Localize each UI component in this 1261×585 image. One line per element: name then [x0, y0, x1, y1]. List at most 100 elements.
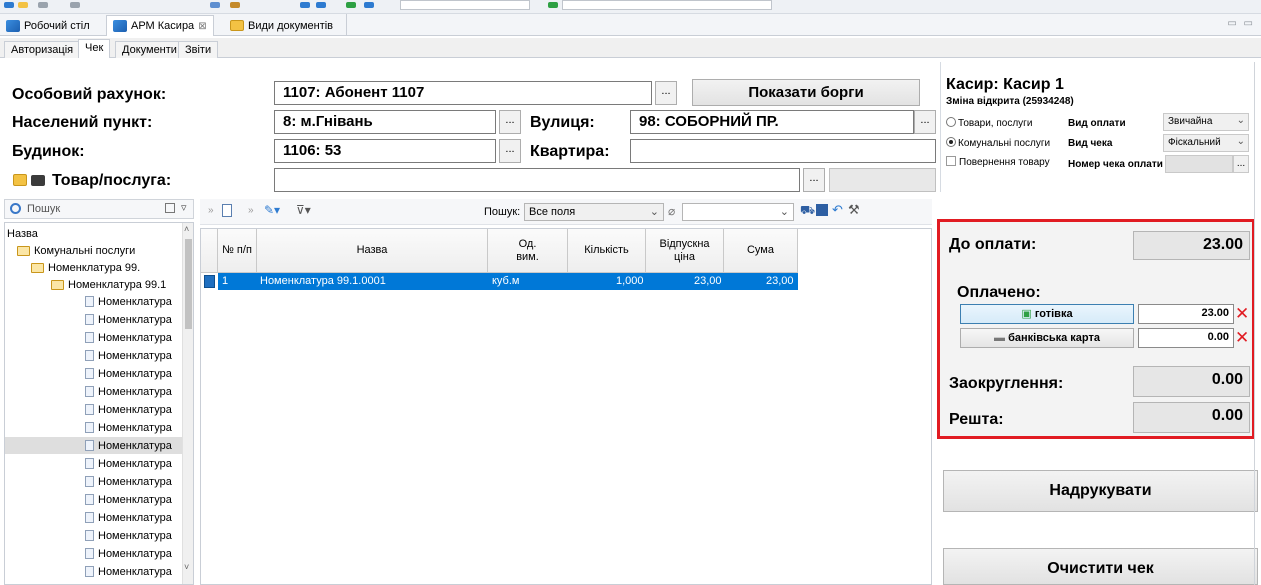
toolbar-icon[interactable] — [300, 2, 310, 8]
cell-quantity: 1,000 — [616, 275, 644, 287]
clear-check-button[interactable]: Очистити чек — [943, 548, 1258, 585]
overflow-icon[interactable]: » — [248, 205, 254, 216]
tree-item-label: Номенклатура — [98, 403, 172, 416]
tree-item[interactable]: Номенклатура — [85, 509, 172, 526]
card-amount-field[interactable]: 0.00 — [1138, 328, 1234, 348]
payment-type-select[interactable]: Звичайна ⌄ — [1163, 113, 1249, 131]
radio-utility[interactable]: Комунальні послуги — [946, 137, 1050, 149]
toolbar-icon[interactable] — [364, 2, 374, 8]
toolbar-icon[interactable] — [316, 2, 326, 8]
building-ellipsis-button[interactable]: ... — [499, 139, 521, 163]
check-number-ellipsis-button[interactable]: ... — [1233, 155, 1249, 173]
search-scope-select[interactable]: Все поля ⌄ — [524, 203, 664, 221]
wand-icon[interactable]: ✎▾ — [264, 203, 280, 217]
toolbar-icon[interactable] — [230, 2, 240, 8]
tree-item[interactable]: Номенклатура — [85, 311, 172, 328]
tree-item[interactable]: Номенклатура — [85, 365, 172, 382]
toolbar-icon[interactable] — [346, 2, 356, 8]
scrollbar-thumb[interactable] — [185, 239, 192, 329]
tree-item[interactable]: Номенклатура — [85, 527, 172, 544]
chevron-down-icon[interactable]: ˅ — [184, 562, 189, 572]
document-tabs: Робочий стіл АРМ Касира ⊠ Види документі… — [0, 14, 1261, 36]
eraser-icon[interactable]: ⌀ — [668, 204, 675, 218]
apartment-field[interactable] — [630, 139, 936, 163]
undo-icon[interactable]: ↶ — [832, 202, 843, 218]
tree-item[interactable]: Номенклатура — [85, 293, 172, 310]
toolbar-field[interactable] — [562, 0, 772, 10]
col-price[interactable]: Відпускна ціна — [646, 229, 724, 273]
toolbar-icon[interactable] — [210, 2, 220, 8]
tools-icon[interactable]: ⚒ — [848, 202, 860, 218]
show-debts-button[interactable]: Показати борги — [692, 79, 920, 106]
toolbar-icon[interactable] — [4, 2, 14, 8]
toolbar-icon[interactable] — [70, 2, 80, 8]
toolbar-icon[interactable] — [548, 2, 558, 8]
tree-item[interactable]: Номенклатура — [85, 401, 172, 418]
tab-desktop[interactable]: Робочий стіл — [0, 15, 96, 36]
list-icon[interactable] — [816, 204, 828, 216]
window-controls-icon[interactable]: ▭ ▭ — [1227, 18, 1255, 29]
tab-reports[interactable]: Звіти — [178, 41, 219, 58]
tree-item[interactable]: Номенклатура — [85, 347, 172, 364]
tree-item[interactable]: Номенклатура — [85, 563, 172, 580]
tree-item[interactable]: Номенклатура — [85, 383, 172, 400]
col-number[interactable]: № п/п — [218, 229, 257, 273]
tree-item[interactable]: Номенклатура — [85, 491, 172, 508]
tab-documents[interactable]: Документи — [115, 41, 184, 58]
grid-search-input[interactable]: ⌄ — [682, 203, 794, 221]
overflow-icon[interactable]: » — [208, 205, 214, 216]
tree-item-selected[interactable]: Номенклатура — [5, 437, 183, 454]
radio-goods[interactable]: Товари, послуги — [946, 117, 1032, 129]
tab-doc-types[interactable]: Види документів — [224, 15, 339, 36]
check-type-select[interactable]: Фіскальний ⌄ — [1163, 134, 1249, 152]
col-sum[interactable]: Сума — [724, 229, 798, 273]
tree-item[interactable]: Номенклатура — [85, 473, 172, 490]
product-field[interactable] — [274, 168, 800, 192]
tree-item[interactable]: Номенклатура — [85, 419, 172, 436]
tree-item[interactable]: Номенклатура 99.1 — [51, 276, 166, 293]
col-quantity[interactable]: Кількість — [568, 229, 646, 273]
tab-check[interactable]: Чек — [78, 39, 111, 58]
city-ellipsis-button[interactable]: ... — [499, 110, 521, 134]
clear-cash-icon[interactable]: ✕ — [1235, 305, 1249, 322]
new-document-icon[interactable] — [222, 204, 232, 217]
account-ellipsis-button[interactable]: ... — [655, 81, 677, 105]
product-combo[interactable] — [829, 168, 936, 192]
tab-authorization[interactable]: Авторизація — [4, 41, 81, 58]
tree-item[interactable]: Номенклатура — [85, 455, 172, 472]
toolbar-icon[interactable] — [38, 2, 48, 8]
tab-cashier[interactable]: АРМ Касира ⊠ — [106, 15, 214, 36]
tree-item[interactable]: Комунальні послуги — [17, 242, 135, 259]
table-row[interactable]: 1 Номенклатура 99.1.0001 куб.м 1,000 23,… — [218, 273, 798, 290]
radio-label: Комунальні послуги — [958, 138, 1051, 149]
collapse-icon[interactable] — [165, 203, 175, 213]
tree-item[interactable]: Номенклатура — [85, 329, 172, 346]
clear-card-icon[interactable]: ✕ — [1235, 329, 1249, 346]
street-ellipsis-button[interactable]: ... — [914, 110, 936, 134]
filter-icon[interactable]: ⊽▾ — [296, 203, 311, 217]
check-number-field[interactable] — [1165, 155, 1233, 173]
tree-search-label[interactable]: Пошук — [27, 203, 60, 215]
tree-scrollbar[interactable]: ˄ ˅ — [182, 223, 193, 584]
tree-item[interactable]: Номенклатура 99. — [31, 259, 140, 276]
toolbar-icon[interactable] — [18, 2, 28, 8]
cash-amount-field[interactable]: 23.00 — [1138, 304, 1234, 324]
building-field[interactable]: 1106: 53 — [274, 139, 496, 163]
account-field[interactable]: 1107: Абонент 1107 — [274, 81, 652, 105]
chevron-up-icon[interactable]: ˄ — [184, 224, 189, 234]
card-icon: ▬ — [994, 332, 1009, 344]
dropdown-icon[interactable]: ▿ — [181, 201, 187, 214]
tree-item[interactable]: Номенклатура — [85, 545, 172, 562]
card-button[interactable]: ▬ банківська карта — [960, 328, 1134, 348]
binoculars-icon[interactable]: ⛟ — [800, 203, 815, 219]
cash-button[interactable]: ▣ готівка — [960, 304, 1134, 324]
col-unit[interactable]: Од. вим. — [488, 229, 568, 273]
col-name[interactable]: Назва — [257, 229, 488, 273]
close-icon[interactable]: ⊠ — [198, 21, 206, 32]
toolbar-field[interactable] — [400, 0, 530, 10]
return-checkbox[interactable]: Повернення товару — [946, 156, 1050, 168]
street-field[interactable]: 98: СОБОРНИЙ ПР. — [630, 110, 914, 134]
city-field[interactable]: 8: м.Гнівань — [274, 110, 496, 134]
print-button[interactable]: Надрукувати — [943, 470, 1258, 512]
product-ellipsis-button[interactable]: ... — [803, 168, 825, 192]
